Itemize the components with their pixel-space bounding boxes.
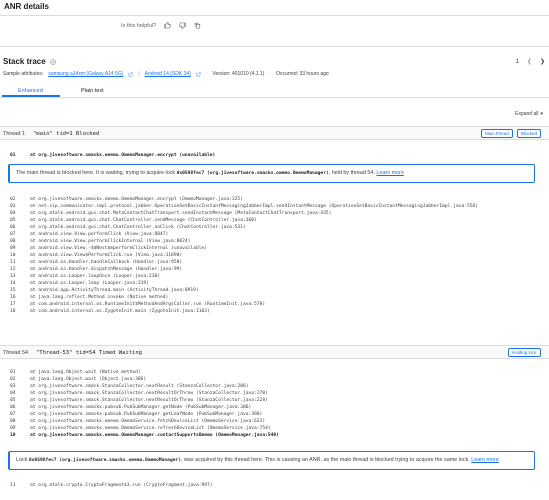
thumbs-up-icon[interactable] [164,22,171,29]
stack-frame: 13 at android.os.Looper.loopOnce (Looper.… [10,274,160,279]
stack-frame: 17 at com.android.internal.os.RuntimeInit… [10,302,266,307]
stack-frame: 07 at org.jivesoftware.smackx.pubsub.PubS… [10,412,263,417]
stack-frame: 11 at org.atalk.crypto.CryptoFragment$3.… [10,483,213,488]
thumbs-down-icon[interactable] [179,22,186,29]
page-title: ANR details [4,2,49,11]
chevron-left-icon[interactable]: ❮ [527,58,532,65]
stack-frame: 02 at org.jivesoftware.smackx.omemo.Omemo… [10,197,243,202]
stack-frame: 14 at android.os.Looper.loop (Looper.java… [10,281,149,286]
thread54-frames: 01 at java.lang.Object.wait (Native metho… [0,369,549,439]
stack-frame: 04 at org.atalk.android.gui.chat.MetaCont… [10,211,332,216]
learn-more-link[interactable]: Learn more [471,457,499,463]
thread-name: "Thread-53" tid=54 Timed Waiting [36,350,142,356]
help-icon[interactable]: ? [49,58,56,65]
thread54-last-frame: 11 at org.atalk.crypto.CryptoFragment$3.… [0,482,549,489]
stack-frame: 05 at org.jivesoftware.smack.StanzaCollec… [10,398,268,403]
blocked-notice: The main thread is blocked here. It is w… [8,164,535,183]
expand-all-button[interactable]: Expand all ▾ [515,111,543,117]
expand-all-label: Expand all [515,111,539,117]
stack-frame: 09 at android.view.View.-$$Nest$mperformC… [10,246,208,251]
stack-frame: 11 at android.os.Handler.handleCallback (… [10,260,183,265]
sample-attributes: Sample attributes: samsung a14xm (Galaxy… [3,71,329,77]
active-tab-indicator [2,95,60,97]
stack-frame: 09 at org.jivesoftware.smackx.omemo.Omemo… [10,426,271,431]
blocked-chip: Blocked [517,129,542,138]
stack-frame: 02 at java.lang.Object.wait (Object.java:… [10,377,147,382]
helpful-question: Is this helpful? [121,22,157,29]
stack-frame: 10 at android.view.View$PerformClick.run … [10,253,183,258]
stack-frame: 07 at android.view.View.performClick (Vie… [10,232,169,237]
thread-label: Thread 1 [3,131,26,137]
thread-label: Thread 54 [3,350,29,356]
stack-frame: 18 at com.android.internal.os.ZygoteInit.… [10,309,210,314]
tab-plain-text[interactable]: Plain text [81,88,104,94]
stack-frame: 08 at org.jivesoftware.smackx.omemo.Omemo… [10,419,266,424]
stack-frame: 05 at org.atalk.android.gui.chat.ChatCont… [10,218,257,223]
stack-frame: 01 at java.lang.Object.wait (Native metho… [10,370,141,375]
thread-header-main[interactable]: Thread 1 "main" tid=1 Blocked Main threa… [0,126,549,140]
lock-acquired-notice: Lock 0x0598fec7 (org.jivesoftware.smackx… [8,451,535,470]
stack-frame: 12 at android.os.Handler.dispatchMessage … [10,267,183,272]
device-link[interactable]: samsung a14xm (Galaxy A14 5G) [48,71,123,77]
stack-frame: 08 at android.view.View.performClickInter… [10,239,191,244]
main-thread-chip: Main thread [481,129,513,138]
thread-name: "main" tid=1 Blocked [33,131,100,137]
thread1-frames: 02 at org.jivesoftware.smackx.omemo.Omemo… [0,196,549,315]
thread1-first-frame: 01 at org.jivesoftware.smackx.omemo.Omem… [0,152,549,159]
attributes-label: Sample attributes: [3,71,44,77]
stack-frame: 01 at org.jivesoftware.smackx.omemo.Omem… [10,153,216,158]
external-link-icon[interactable] [128,71,133,77]
svg-text:?: ? [52,60,54,64]
chevron-down-icon: ▾ [540,111,543,117]
stack-trace-title: Stack trace [3,57,46,66]
sample-pager: 1 ❮ ❯ [515,58,545,66]
learn-more-link[interactable]: Learn more [376,170,404,176]
copy-icon[interactable] [194,22,201,29]
stack-frame: 15 at android.app.ActivityThread.main (Ac… [10,288,199,293]
stack-frame: 04 at org.jivesoftware.smack.StanzaCollec… [10,391,268,396]
helpful-feedback: Is this helpful? [121,22,201,29]
version-text: Version: 401010 (4.1.1) [212,71,265,77]
stack-frame: 10 at org.jivesoftware.smackx.omemo.Omemo… [10,433,279,438]
section-divider [0,46,549,47]
os-link[interactable]: Android 14 (SDK 34) [145,71,191,77]
stack-frame: 06 at org.atalk.android.gui.chat.ChatCont… [10,225,246,230]
thread-header-54[interactable]: Thread 54 "Thread-53" tid=54 Timed Waiti… [0,345,549,359]
holding-lock-chip: Holding lock [508,348,541,357]
stack-frame: 16 at java.lang.reflect.Method.invoke (Na… [10,295,169,300]
stack-frame: 06 at org.jivesoftware.smackx.pubsub.PubS… [10,405,252,410]
trace-tabs: Enhanced Plain text [0,86,549,98]
pager-number: 1 [515,58,519,65]
external-link-icon[interactable] [196,71,201,77]
stack-trace-heading: Stack trace ? [3,57,56,66]
occurred-text: Occurred: 33 hours ago [276,71,329,77]
chevron-right-icon[interactable]: ❯ [540,58,545,65]
stack-frame: 03 at org.jivesoftware.smack.StanzaCollec… [10,384,249,389]
page-header: ANR details [0,0,549,16]
tab-enhanced[interactable]: Enhanced [18,88,43,94]
stack-frame: 03 at net.sip.communicator.impl.protocol.… [10,204,479,209]
